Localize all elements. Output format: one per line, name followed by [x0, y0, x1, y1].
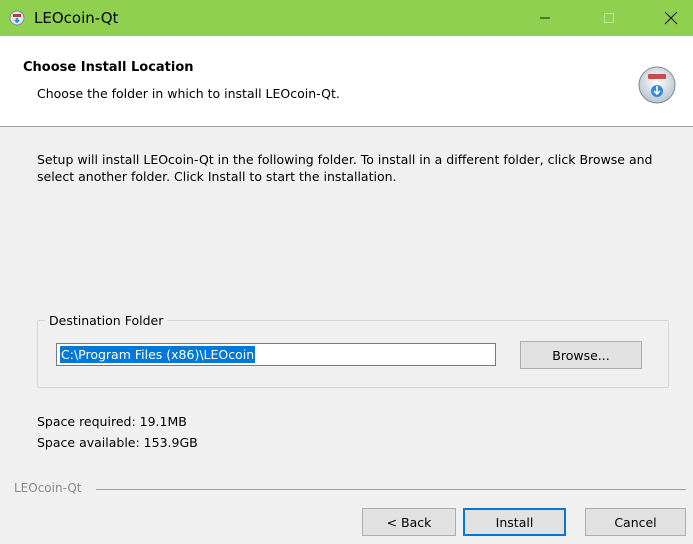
minimize-icon[interactable] [522, 0, 568, 36]
maximize-icon[interactable] [586, 0, 632, 36]
browse-button[interactable]: Browse... [520, 341, 642, 369]
header-panel: Choose Install Location Choose the folde… [0, 36, 693, 127]
installer-window: LEOcoin-Qt Choose Install Location Choos… [0, 0, 693, 544]
setup-description: Setup will install LEOcoin-Qt in the fol… [37, 152, 653, 184]
footer-divider [96, 489, 686, 490]
back-button[interactable]: < Back [362, 508, 456, 536]
installer-icon [637, 65, 677, 105]
space-available: Space available: 153.9GB [37, 435, 198, 450]
destination-path-text: C:\Program Files (x86)\LEOcoin [60, 346, 256, 363]
window-title: LEOcoin-Qt [34, 9, 119, 27]
page-title: Choose Install Location [23, 60, 194, 75]
branding-text: LEOcoin-Qt [14, 481, 82, 495]
destination-folder-group: Destination Folder C:\Program Files (x86… [37, 313, 669, 388]
destination-path-input[interactable]: C:\Program Files (x86)\LEOcoin [56, 343, 496, 366]
page-subtitle: Choose the folder in which to install LE… [37, 86, 340, 101]
space-required: Space required: 19.1MB [37, 414, 187, 429]
close-icon[interactable] [648, 0, 693, 36]
title-bar[interactable]: LEOcoin-Qt [0, 0, 693, 36]
app-icon [9, 10, 25, 26]
destination-folder-legend: Destination Folder [45, 313, 168, 328]
cancel-button[interactable]: Cancel [585, 508, 686, 536]
install-button[interactable]: Install [463, 508, 566, 536]
